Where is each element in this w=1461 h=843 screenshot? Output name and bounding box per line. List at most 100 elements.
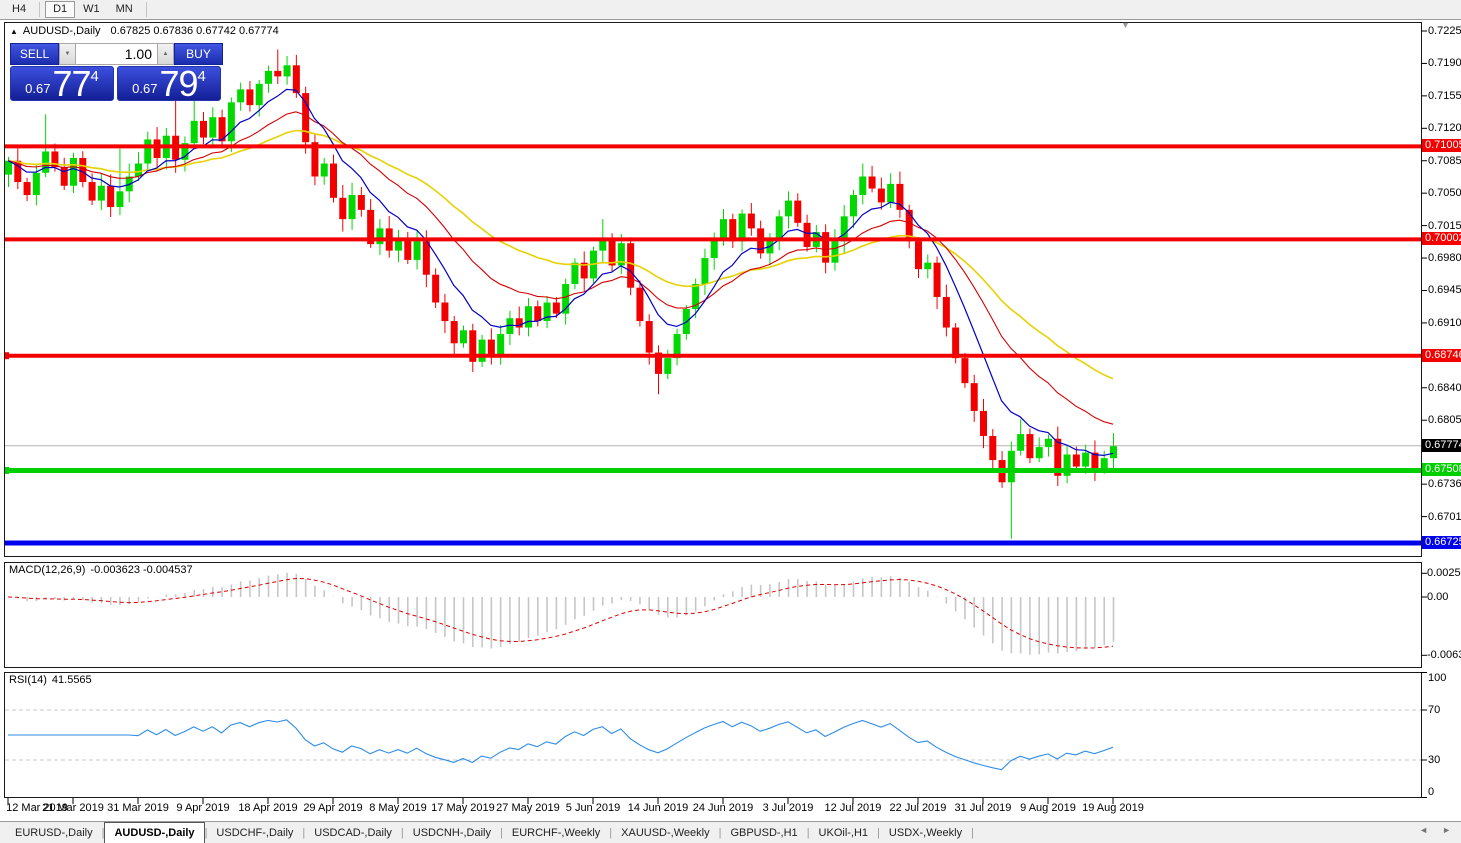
candle-body xyxy=(1101,458,1108,469)
candle-body xyxy=(887,184,894,203)
candle-body xyxy=(943,297,950,328)
candle-body xyxy=(293,65,300,93)
rsi-tick-label: 30 xyxy=(1428,754,1440,766)
date-label: 17 May 2019 xyxy=(428,802,498,814)
price-tick-label: 0.70850 xyxy=(1428,155,1461,167)
ma-slow-line xyxy=(8,131,1113,379)
tab-ukoil-h1[interactable]: UKOil-,H1 xyxy=(810,822,878,843)
price-tick-label: 0.68400 xyxy=(1428,382,1461,394)
collapse-triangle-icon[interactable]: ▲ xyxy=(10,27,18,36)
one-click-trade-panel: SELL ▼ 1.00 ▲ BUY 0.67774 0.67794 xyxy=(10,43,223,101)
panel-border xyxy=(5,673,1422,798)
candle-body xyxy=(794,201,801,223)
macd-panel[interactable] xyxy=(8,573,1113,655)
price-tick-label: 0.67010 xyxy=(1428,511,1461,523)
candle-body xyxy=(776,216,783,237)
tab-eurchf-weekly[interactable]: EURCHF-,Weekly xyxy=(503,822,609,843)
candle-body xyxy=(850,195,857,216)
candle-body xyxy=(869,176,876,188)
candle-body xyxy=(441,303,448,322)
candle-body xyxy=(256,84,263,105)
hline-anchor[interactable] xyxy=(2,352,9,359)
candle-body xyxy=(859,176,866,195)
candle-body xyxy=(24,182,31,195)
buy-price-box[interactable]: 0.67794 xyxy=(117,66,221,101)
price-badge-0.71005: 0.71005 xyxy=(1422,139,1461,152)
candle-body xyxy=(116,191,123,207)
tab-scroll-right-icon[interactable]: ► xyxy=(1442,825,1451,835)
buy-button[interactable]: BUY xyxy=(174,43,223,65)
chart-shift-marker-icon[interactable]: ▼ xyxy=(1121,20,1130,30)
timeframe-w1[interactable]: W1 xyxy=(75,1,108,18)
date-label: 22 Jul 2019 xyxy=(883,802,953,814)
tab-usdcnh-daily[interactable]: USDCNH-,Daily xyxy=(404,822,500,843)
tab-usdcad-daily[interactable]: USDCAD-,Daily xyxy=(305,822,401,843)
date-label: 14 Jun 2019 xyxy=(623,802,693,814)
candle-body xyxy=(1008,451,1015,483)
timeframe-d1[interactable]: D1 xyxy=(45,1,75,18)
candle-body xyxy=(739,214,746,242)
candle-body xyxy=(79,158,86,182)
tab-xauusd-weekly[interactable]: XAUUSD-,Weekly xyxy=(612,822,718,843)
candle-body xyxy=(1026,434,1033,458)
candle-body xyxy=(497,334,504,355)
rsi-panel[interactable] xyxy=(5,710,1421,770)
candle-body xyxy=(961,358,968,383)
candle-body xyxy=(1017,434,1024,451)
price-badge-0.68746: 0.68746 xyxy=(1422,349,1461,362)
candle-body xyxy=(804,223,811,247)
date-label: 19 Aug 2019 xyxy=(1078,802,1148,814)
candle-body xyxy=(525,306,532,327)
price-tick-label: 0.70150 xyxy=(1428,220,1461,232)
candle-body xyxy=(1045,439,1052,447)
candle-body xyxy=(89,182,96,201)
candle-body xyxy=(432,275,439,303)
tab-eurusd-daily[interactable]: EURUSD-,Daily xyxy=(6,822,102,843)
candle-body xyxy=(1073,455,1080,467)
rsi-value: 41.5565 xyxy=(52,674,92,686)
rsi-name: RSI(14) xyxy=(9,674,47,686)
candle-body xyxy=(321,164,328,177)
timeframe-mn[interactable]: MN xyxy=(108,1,141,18)
volume-increase-button[interactable]: ▲ xyxy=(157,43,174,65)
date-label: 29 Apr 2019 xyxy=(298,802,368,814)
tab-gbpusd-h1[interactable]: GBPUSD-,H1 xyxy=(721,822,806,843)
rsi-tick-label: 0 xyxy=(1428,786,1434,798)
tab-audusd-daily[interactable]: AUDUSD-,Daily xyxy=(104,822,204,843)
candle-body xyxy=(284,65,291,76)
panel-border xyxy=(5,23,1422,557)
price-badge-0.67508: 0.67508 xyxy=(1422,463,1461,476)
hline-anchor[interactable] xyxy=(2,467,9,474)
candle-body xyxy=(339,198,346,219)
candle-body xyxy=(822,232,829,263)
current-price-badge: 0.67774 xyxy=(1422,439,1461,452)
date-label: 31 Mar 2019 xyxy=(103,802,173,814)
toolbar-separator xyxy=(39,2,40,17)
candle-body xyxy=(349,195,356,219)
volume-decrease-button[interactable]: ▼ xyxy=(59,43,76,65)
trade-panel-top-row: SELL ▼ 1.00 ▲ BUY xyxy=(10,43,223,65)
date-label: 9 Aug 2019 xyxy=(1013,802,1083,814)
ask-big-digits: 79 xyxy=(159,67,197,100)
candle-body xyxy=(488,340,495,356)
timeframe-h4[interactable]: H4 xyxy=(4,1,34,18)
candle-body xyxy=(553,303,560,314)
candle-body xyxy=(209,117,216,137)
candle-body xyxy=(228,102,235,141)
price-tick-label: 0.69100 xyxy=(1428,317,1461,329)
price-tick-label: 0.70500 xyxy=(1428,187,1461,199)
candle-body xyxy=(98,186,105,201)
tab-usdx-weekly[interactable]: USDX-,Weekly xyxy=(880,822,971,843)
main-chart-panel[interactable] xyxy=(2,50,1421,543)
macd-tick-label: -0.006326 xyxy=(1427,649,1461,661)
tab-scroll-left-icon[interactable]: ◄ xyxy=(1419,825,1428,835)
candle-body xyxy=(664,358,671,374)
volume-input[interactable]: 1.00 xyxy=(76,43,157,65)
macd-signal-line xyxy=(8,579,1113,649)
candle-body xyxy=(135,164,142,177)
sell-price-box[interactable]: 0.67774 xyxy=(10,66,114,101)
sell-button[interactable]: SELL xyxy=(10,43,59,65)
tab-usdchf-daily[interactable]: USDCHF-,Daily xyxy=(207,822,302,843)
macd-histogram xyxy=(9,573,1114,655)
chart-canvas[interactable] xyxy=(0,0,1461,843)
